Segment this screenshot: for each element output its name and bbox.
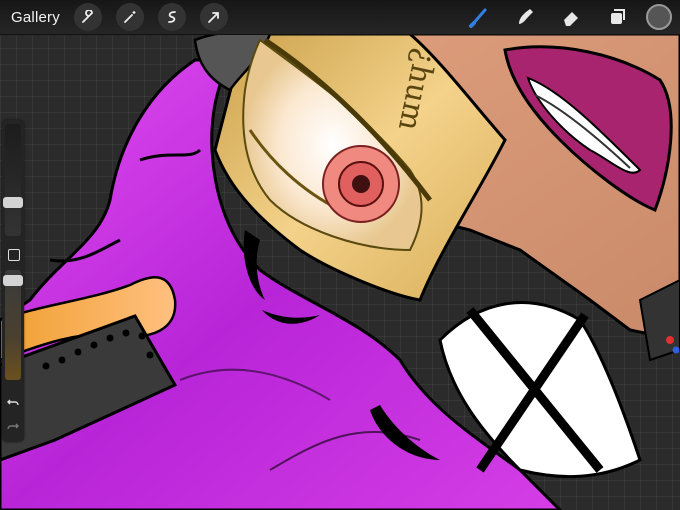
brush-size-handle[interactable] [3,197,23,208]
gallery-button[interactable]: Gallery [11,9,60,26]
color-picker-button[interactable] [646,4,672,30]
transform-arrow-icon[interactable] [199,3,228,31]
artwork [0,30,680,510]
layers-icon[interactable] [602,2,632,32]
undo-icon[interactable] [5,394,21,410]
left-sidebar [2,120,24,442]
magic-wand-icon[interactable] [115,3,144,31]
brush-opacity-handle[interactable] [3,275,23,286]
redo-icon[interactable] [5,418,21,434]
modify-square-icon[interactable] [8,249,20,261]
brush-icon[interactable] [464,2,494,32]
wrench-icon[interactable] [73,3,102,31]
brush-size-slider[interactable] [3,124,23,236]
brush-opacity-slider[interactable] [3,270,23,380]
selection-icon[interactable] [157,3,186,31]
drawing-canvas[interactable]: ¿hum [0,0,680,510]
smudge-icon[interactable] [510,2,540,32]
top-toolbar: Gallery [0,0,680,35]
eraser-icon[interactable] [556,2,586,32]
